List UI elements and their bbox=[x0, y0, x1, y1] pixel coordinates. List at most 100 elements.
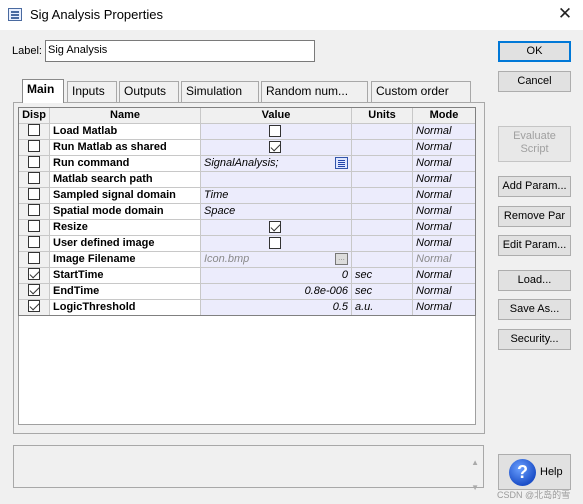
load-button[interactable]: Load... bbox=[498, 270, 571, 291]
disp-checkbox[interactable] bbox=[28, 284, 40, 297]
param-units bbox=[352, 140, 413, 155]
table-row[interactable]: EndTime 0.8e-006 sec Normal bbox=[19, 284, 475, 300]
table-row[interactable]: Spatial mode domain Space Normal bbox=[19, 204, 475, 220]
scroll-up-icon[interactable]: ▲ bbox=[471, 450, 479, 475]
param-units: a.u. bbox=[352, 300, 413, 315]
security-button[interactable]: Security... bbox=[498, 329, 571, 350]
table-row[interactable]: StartTime 0 sec Normal bbox=[19, 268, 475, 284]
param-value[interactable]: 0 bbox=[201, 268, 352, 283]
disp-checkbox[interactable] bbox=[28, 236, 40, 249]
table-row[interactable]: Run Matlab as shared Normal bbox=[19, 140, 475, 156]
table-row[interactable]: Run command SignalAnalysis; Normal bbox=[19, 156, 475, 172]
title-bar: Sig Analysis Properties ✕ bbox=[0, 0, 583, 30]
edit-param-button[interactable]: Edit Param... bbox=[498, 235, 571, 256]
param-name: User defined image bbox=[50, 236, 201, 251]
evaluate-script-button[interactable]: Evaluate Script bbox=[498, 126, 571, 162]
header-value[interactable]: Value bbox=[201, 108, 352, 123]
label-field-label: Label: bbox=[12, 45, 42, 57]
disp-checkbox[interactable] bbox=[28, 188, 40, 201]
value-checkbox[interactable] bbox=[269, 125, 281, 137]
app-icon bbox=[8, 8, 22, 21]
param-value[interactable] bbox=[201, 124, 352, 139]
disp-checkbox[interactable] bbox=[28, 268, 40, 281]
edit-list-icon[interactable] bbox=[335, 157, 348, 169]
param-value[interactable]: SignalAnalysis; bbox=[201, 156, 352, 171]
param-mode[interactable]: Normal bbox=[413, 156, 475, 171]
param-value[interactable]: Time bbox=[201, 188, 352, 203]
param-mode[interactable]: Normal bbox=[413, 284, 475, 299]
value-checkbox[interactable] bbox=[269, 237, 281, 249]
disp-checkbox[interactable] bbox=[28, 124, 40, 137]
scroll-down-icon[interactable]: ▼ bbox=[471, 475, 479, 500]
param-mode[interactable]: Normal bbox=[413, 252, 475, 267]
table-row[interactable]: User defined image Normal bbox=[19, 236, 475, 252]
header-name[interactable]: Name bbox=[50, 108, 201, 123]
table-row[interactable]: Sampled signal domain Time Normal bbox=[19, 188, 475, 204]
disp-checkbox[interactable] bbox=[28, 220, 40, 233]
script-label: Script bbox=[520, 143, 549, 155]
param-mode[interactable]: Normal bbox=[413, 204, 475, 219]
header-disp[interactable]: Disp bbox=[19, 108, 50, 123]
param-value[interactable]: Space bbox=[201, 204, 352, 219]
param-value[interactable]: 0.8e-006 bbox=[201, 284, 352, 299]
tab-simulation[interactable]: Simulation bbox=[181, 81, 259, 102]
disp-checkbox[interactable] bbox=[28, 156, 40, 169]
param-name: EndTime bbox=[50, 284, 201, 299]
value-checkbox[interactable] bbox=[269, 141, 281, 153]
cancel-button[interactable]: Cancel bbox=[498, 71, 571, 92]
param-mode[interactable]: Normal bbox=[413, 220, 475, 235]
param-mode[interactable]: Normal bbox=[413, 172, 475, 187]
param-units bbox=[352, 124, 413, 139]
label-input[interactable]: Sig Analysis bbox=[45, 40, 315, 62]
param-units bbox=[352, 204, 413, 219]
param-value[interactable] bbox=[201, 220, 352, 235]
table-row[interactable]: LogicThreshold 0.5 a.u. Normal bbox=[19, 300, 475, 315]
browse-button[interactable]: ... bbox=[335, 253, 348, 265]
ok-button[interactable]: OK bbox=[498, 41, 571, 62]
param-units bbox=[352, 156, 413, 171]
remove-param-button[interactable]: Remove Par bbox=[498, 206, 571, 227]
param-mode[interactable]: Normal bbox=[413, 140, 475, 155]
status-box[interactable]: ▲ ▼ bbox=[13, 445, 484, 492]
param-mode[interactable]: Normal bbox=[413, 124, 475, 139]
param-value[interactable]: 0.5 bbox=[201, 300, 352, 315]
param-value-text: Icon.bmp bbox=[204, 253, 250, 265]
param-units bbox=[352, 172, 413, 187]
param-mode[interactable]: Normal bbox=[413, 236, 475, 251]
table-row[interactable]: Load Matlab Normal bbox=[19, 124, 475, 140]
param-value[interactable] bbox=[201, 172, 352, 187]
table-row[interactable]: Resize Normal bbox=[19, 220, 475, 236]
param-mode[interactable]: Normal bbox=[413, 188, 475, 203]
close-icon[interactable]: ✕ bbox=[551, 2, 579, 26]
disp-checkbox[interactable] bbox=[28, 204, 40, 217]
table-row[interactable]: Image Filename Icon.bmp... Normal bbox=[19, 252, 475, 268]
disp-checkbox[interactable] bbox=[28, 172, 40, 185]
properties-dialog: Sig Analysis Properties ✕ Label: Sig Ana… bbox=[0, 0, 583, 504]
tab-custom-order[interactable]: Custom order bbox=[371, 81, 471, 102]
tab-random-numbers[interactable]: Random num... bbox=[261, 81, 368, 102]
param-value[interactable] bbox=[201, 236, 352, 251]
save-as-button[interactable]: Save As... bbox=[498, 299, 571, 320]
disp-checkbox[interactable] bbox=[28, 300, 40, 313]
header-units[interactable]: Units bbox=[352, 108, 413, 123]
param-mode[interactable]: Normal bbox=[413, 268, 475, 283]
add-param-button[interactable]: Add Param... bbox=[498, 176, 571, 197]
param-units bbox=[352, 188, 413, 203]
tab-main[interactable]: Main bbox=[22, 79, 64, 103]
param-value[interactable] bbox=[201, 140, 352, 155]
header-mode[interactable]: Mode bbox=[413, 108, 475, 123]
tab-outputs[interactable]: Outputs bbox=[119, 81, 179, 102]
value-checkbox[interactable] bbox=[269, 221, 281, 233]
param-units: sec bbox=[352, 284, 413, 299]
param-name: Resize bbox=[50, 220, 201, 235]
help-button[interactable]: ? Help bbox=[498, 454, 571, 490]
disp-checkbox[interactable] bbox=[28, 140, 40, 153]
tab-inputs[interactable]: Inputs bbox=[67, 81, 117, 102]
param-name: StartTime bbox=[50, 268, 201, 283]
param-mode[interactable]: Normal bbox=[413, 300, 475, 315]
param-value[interactable]: Icon.bmp... bbox=[201, 252, 352, 267]
status-scroll[interactable]: ▲ ▼ bbox=[471, 450, 479, 500]
table-row[interactable]: Matlab search path Normal bbox=[19, 172, 475, 188]
disp-checkbox[interactable] bbox=[28, 252, 40, 265]
param-name: Image Filename bbox=[50, 252, 201, 267]
